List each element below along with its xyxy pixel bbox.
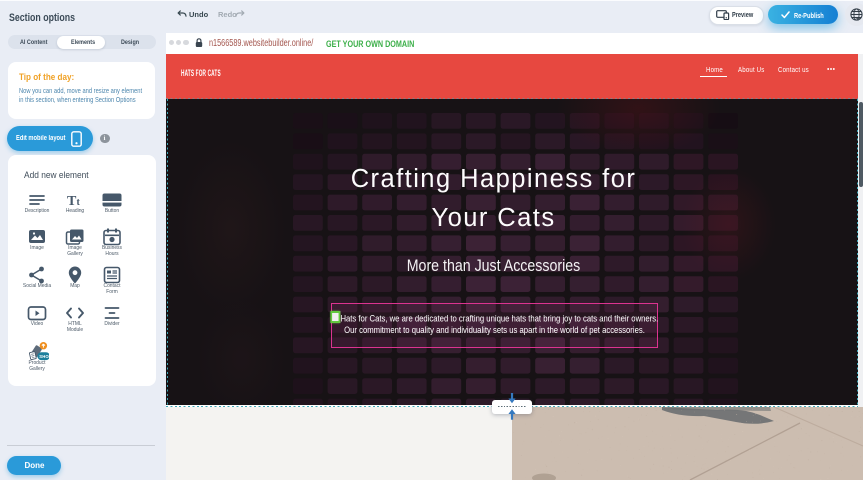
svg-text:SHOP: SHOP [39,354,49,359]
svg-text:t: t [76,197,80,208]
